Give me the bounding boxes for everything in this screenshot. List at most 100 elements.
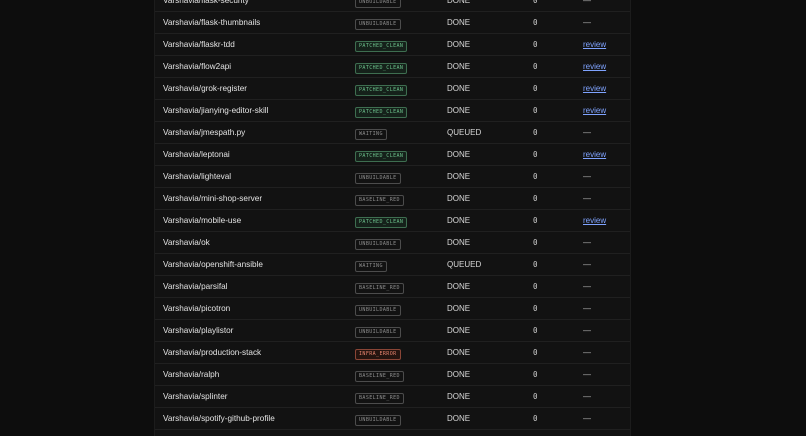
review-link[interactable]: review bbox=[583, 216, 606, 225]
result-badge-cell: PATCHED_CLEAN bbox=[355, 216, 408, 228]
repo-name: Varshavia/flask-thumbnails bbox=[163, 18, 261, 27]
repo-name: Varshavia/playlistor bbox=[163, 326, 234, 335]
result-badge-cell: UNBUILDABLE bbox=[355, 326, 401, 338]
count-value: 0 bbox=[533, 84, 538, 93]
count-value: 0 bbox=[533, 282, 538, 291]
job-status: DONE bbox=[447, 40, 471, 49]
result-badge: UNBUILDABLE bbox=[355, 0, 401, 8]
table-row: Varshavia/picotron UNBUILDABLE DONE 0 — bbox=[155, 298, 630, 320]
repo-results-table: Varshavia/flask-security UNBUILDABLE DONE 0… bbox=[154, 0, 631, 436]
table-row: Varshavia/playlistor UNBUILDABLE DONE 0 — bbox=[155, 320, 630, 342]
result-badge: WAITING bbox=[355, 261, 387, 272]
no-action-dash: — bbox=[583, 194, 591, 203]
job-status: DONE bbox=[447, 392, 471, 401]
count-value: 0 bbox=[533, 62, 538, 71]
result-badge: UNBUILDABLE bbox=[355, 415, 401, 426]
table-body: Varshavia/flask-security UNBUILDABLE DONE 0… bbox=[155, 0, 630, 436]
result-badge: INFRA_ERROR bbox=[355, 349, 401, 360]
result-badge-cell: BASELINE_RED bbox=[355, 194, 404, 206]
result-badge: UNBUILDABLE bbox=[355, 305, 401, 316]
count-value: 0 bbox=[533, 194, 538, 203]
review-link[interactable]: review bbox=[583, 84, 606, 93]
result-badge: PATCHED_CLEAN bbox=[355, 151, 408, 162]
repo-name: Varshavia/ok bbox=[163, 238, 210, 247]
result-badge-cell: UNBUILDABLE bbox=[355, 414, 401, 426]
job-status: DONE bbox=[447, 62, 471, 71]
result-badge-cell: PATCHED_CLEAN bbox=[355, 84, 408, 96]
job-status: DONE bbox=[447, 0, 471, 5]
table-row: Varshavia/mini-shop-server BASELINE_RED DO… bbox=[155, 188, 630, 210]
result-badge-cell: BASELINE_RED bbox=[355, 392, 404, 404]
action-cell: review bbox=[583, 78, 606, 99]
review-link[interactable]: review bbox=[583, 106, 606, 115]
table-row: Varshavia/grok-register PATCHED_CLEAN DONE… bbox=[155, 78, 630, 100]
count-value: 0 bbox=[533, 40, 538, 49]
repo-name: Varshavia/jianying-editor-skill bbox=[163, 106, 269, 115]
repo-name: Varshavia/parsifal bbox=[163, 282, 228, 291]
table-row: Varshavia/flask-security UNBUILDABLE DONE 0… bbox=[155, 0, 630, 12]
count-value: 0 bbox=[533, 150, 538, 159]
action-cell: review bbox=[583, 34, 606, 55]
review-link[interactable]: review bbox=[583, 40, 606, 49]
action-cell: review bbox=[583, 100, 606, 121]
table-row: Varshavia/ok UNBUILDABLE DONE 0 — bbox=[155, 232, 630, 254]
no-action-dash: — bbox=[583, 238, 591, 247]
repo-name: Varshavia/mobile-use bbox=[163, 216, 242, 225]
job-status: QUEUED bbox=[447, 260, 482, 269]
count-value: 0 bbox=[533, 370, 538, 379]
result-badge: PATCHED_CLEAN bbox=[355, 63, 408, 74]
count-value: 0 bbox=[533, 430, 538, 436]
result-badge-cell: PATCHED_CLEAN bbox=[355, 40, 408, 52]
table-row: Varshavia/splinter BASELINE_RED DONE 0 — bbox=[155, 386, 630, 408]
count-value: 0 bbox=[533, 414, 538, 423]
count-value: 0 bbox=[533, 18, 538, 27]
table-row: Varshavia/jianying-editor-skill PATCHED_C… bbox=[155, 100, 630, 122]
result-badge: UNBUILDABLE bbox=[355, 19, 401, 30]
no-action-dash: — bbox=[583, 304, 591, 313]
no-action-dash: — bbox=[583, 430, 591, 436]
table-row: Varshavia/flaskr-tdd PATCHED_CLEAN DONE 0 re… bbox=[155, 34, 630, 56]
action-cell: review bbox=[583, 144, 606, 165]
count-value: 0 bbox=[533, 260, 538, 269]
count-value: 0 bbox=[533, 348, 538, 357]
result-badge-cell: PATCHED_CLEAN bbox=[355, 62, 408, 74]
action-cell: review bbox=[583, 210, 606, 231]
job-status: DONE bbox=[447, 106, 471, 115]
job-status: DONE bbox=[447, 430, 470, 436]
repo-name: Varshavia/picotron bbox=[163, 304, 231, 313]
job-status: DONE bbox=[447, 238, 471, 247]
no-action-dash: — bbox=[583, 392, 591, 401]
review-link[interactable]: review bbox=[583, 62, 606, 71]
table-row: Varshavia/leptonai PATCHED_CLEAN DONE 0 revi… bbox=[155, 144, 630, 166]
result-badge-cell: UNBUILDABLE bbox=[355, 0, 401, 8]
result-badge: PATCHED_CLEAN bbox=[355, 217, 408, 228]
result-badge: UNBUILDABLE bbox=[355, 327, 401, 338]
job-status: DONE bbox=[447, 370, 471, 379]
job-status: DONE bbox=[447, 18, 471, 27]
repo-name: Varshavia/flaskr-tdd bbox=[163, 40, 235, 49]
review-link[interactable]: review bbox=[583, 150, 606, 159]
result-badge: BASELINE_RED bbox=[355, 283, 404, 294]
no-action-dash: — bbox=[583, 370, 591, 379]
no-action-dash: — bbox=[583, 0, 591, 5]
table-row: Varshavia/parsifal BASELINE_RED DONE 0 — bbox=[155, 276, 630, 298]
job-status: DONE bbox=[447, 84, 471, 93]
repo-name: Varshavia/leptonai bbox=[163, 150, 230, 159]
table-row: Varshavia/ralph BASELINE_RED DONE 0 — bbox=[155, 364, 630, 386]
repo-name: Varshavia/splinter bbox=[163, 392, 228, 401]
action-cell: review bbox=[583, 56, 606, 77]
job-status: DONE bbox=[447, 348, 471, 357]
no-action-dash: — bbox=[583, 414, 591, 423]
repo-name: Varshavia/openshift-ansible bbox=[163, 260, 263, 269]
table-row: Varshavia/sqlmodelUNBUILDABLEDONE0— bbox=[155, 430, 630, 436]
count-value: 0 bbox=[533, 304, 538, 313]
job-status: DONE bbox=[447, 172, 471, 181]
result-badge-cell: PATCHED_CLEAN bbox=[355, 150, 408, 162]
result-badge: PATCHED_CLEAN bbox=[355, 41, 408, 52]
no-action-dash: — bbox=[583, 18, 591, 27]
result-badge-cell: INFRA_ERROR bbox=[355, 348, 401, 360]
no-action-dash: — bbox=[583, 348, 591, 357]
job-status: DONE bbox=[447, 194, 471, 203]
job-status: DONE bbox=[447, 216, 471, 225]
table-row: Varshavia/jmespath.py WAITING QUEUED 0 — bbox=[155, 122, 630, 144]
